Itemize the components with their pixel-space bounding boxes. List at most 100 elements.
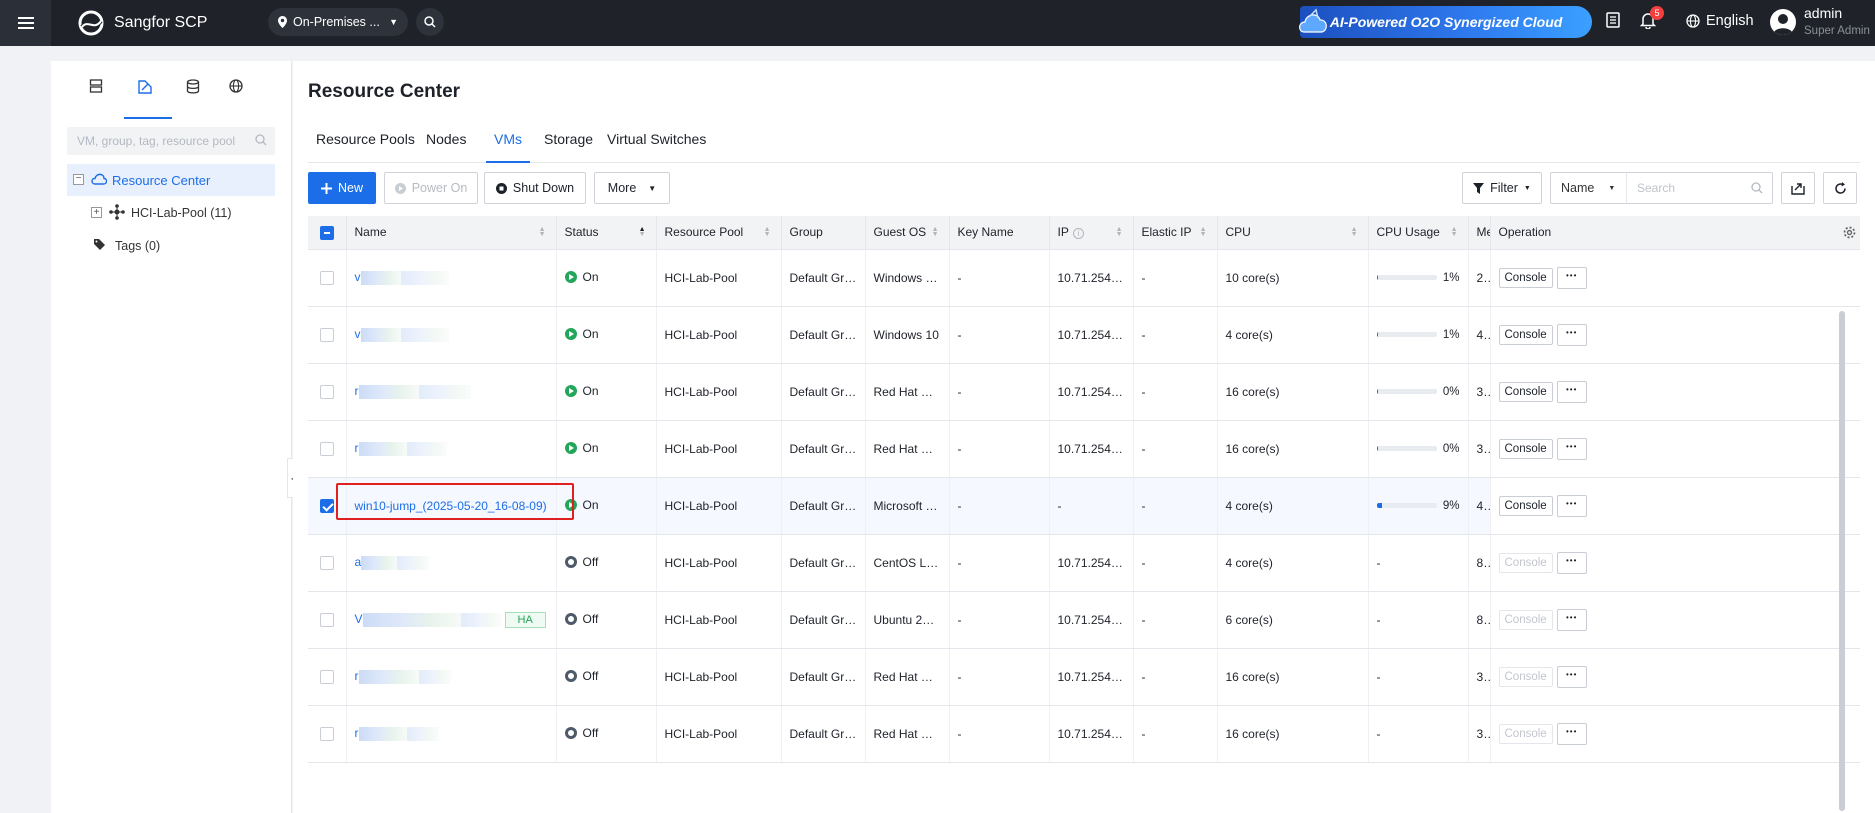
sort-icon[interactable]: ▲ ▼ [639,226,646,238]
new-button[interactable]: New [308,172,376,204]
table-scrollbar[interactable] [1839,311,1845,811]
gear-icon[interactable] [1843,226,1856,239]
column-header-resource-pool[interactable]: Resource Pool ▲ ▼ [656,216,782,250]
console-button[interactable]: Console [1498,495,1553,516]
row-checkbox[interactable] [319,669,334,684]
vm-name-link[interactable]: a [355,555,430,570]
search-input[interactable]: Search [1629,173,1771,203]
tab-nodes[interactable]: Nodes [418,131,474,163]
export-button[interactable] [1781,172,1815,204]
table-row[interactable]: r On HCI-Lab-Pool Default Group Red Hat … [308,420,1860,478]
row-checkbox[interactable] [319,270,334,285]
power-on-button[interactable]: Power On [384,172,478,204]
refresh-button[interactable] [1823,172,1857,204]
sort-icon[interactable]: ▲ ▼ [932,226,939,238]
column-header-ip[interactable]: IP i ▲ ▼ [1049,216,1134,250]
column-header-status[interactable]: Status ▲ ▼ [556,216,657,250]
row-checkbox[interactable] [319,555,334,570]
sort-icon[interactable]: ▲ ▼ [539,226,546,238]
menu-icon[interactable] [0,0,51,46]
row-checkbox[interactable] [319,441,334,456]
more-actions-icon[interactable] [1556,494,1587,517]
column-header-group[interactable]: Group [781,216,866,250]
sort-icon[interactable]: ▲ ▼ [1200,226,1207,238]
select-all-checkbox[interactable] [319,225,334,240]
column-header-memory[interactable]: Me [1468,216,1491,250]
console-button[interactable]: Console [1498,438,1553,459]
column-header-guest-os[interactable]: Guest OS ▲ ▼ [865,216,950,250]
column-header-key-name[interactable]: Key Name [949,216,1050,250]
table-row[interactable]: V HA Off HCI-Lab-Pool Default Group Ubunt… [308,591,1860,649]
vm-name-link[interactable]: v [355,327,449,342]
more-actions-icon[interactable] [1556,380,1587,403]
info-icon[interactable]: i [1072,228,1084,240]
ai-promo-banner[interactable]: AI-Powered O2O Synergized Cloud [1299,6,1592,38]
column-header-name[interactable]: Name ▲ ▼ [346,216,557,250]
more-actions-icon[interactable] [1556,551,1587,574]
sort-icon[interactable]: ▲ ▼ [1451,226,1458,238]
more-actions-icon[interactable] [1556,266,1587,289]
vm-name-link[interactable]: r [355,441,447,456]
task-list-button[interactable] [1606,12,1620,31]
console-button[interactable]: Console [1498,609,1553,630]
vm-name-link[interactable]: V [355,612,501,627]
console-button[interactable]: Console [1498,666,1553,687]
column-header-cpu[interactable]: CPU ▲ ▼ [1217,216,1369,250]
notifications-button[interactable]: 5 [1639,6,1664,32]
row-checkbox[interactable] [319,327,334,342]
console-button[interactable]: Console [1498,381,1553,402]
tab-network-view[interactable] [215,79,257,119]
vm-name-link[interactable]: r [355,669,451,684]
column-header-label: Group [789,225,823,240]
brand[interactable]: Sangfor SCP [76,9,207,37]
global-search-button[interactable] [416,8,444,36]
language-switcher[interactable]: English [1686,13,1754,29]
more-actions-icon[interactable] [1556,665,1587,688]
table-row[interactable]: a Off HCI-Lab-Pool Default Group CentOS … [308,534,1860,592]
row-checkbox[interactable] [319,384,334,399]
table-row[interactable]: r On HCI-Lab-Pool Default Group Red Hat … [308,363,1860,421]
row-checkbox[interactable] [319,498,334,513]
collapse-toggle-icon[interactable]: − [73,174,84,185]
tab-vms[interactable]: VMs [486,131,530,163]
table-row[interactable]: r Off HCI-Lab-Pool Default Group Red Hat… [308,648,1860,706]
console-button[interactable]: Console [1498,324,1553,345]
table-row[interactable]: win10-jump_(2025-05-20_16-08-09) On HCI-… [308,477,1860,535]
vm-name-link[interactable]: v [355,270,449,285]
tab-resource-pools[interactable]: Resource Pools [308,131,423,163]
table-row[interactable]: v On HCI-Lab-Pool Default Group Windows … [308,249,1860,307]
sort-icon[interactable]: ▲ ▼ [1116,226,1123,238]
more-actions-icon[interactable] [1556,437,1587,460]
environment-select[interactable]: On-Premises ... ▼ [268,8,408,36]
column-header-cpu-usage[interactable]: CPU Usage ▲ ▼ [1368,216,1469,250]
expand-toggle-icon[interactable]: + [91,207,102,218]
search-field-select[interactable]: Name ▼ [1551,173,1627,203]
console-button[interactable]: Console [1498,552,1553,573]
vm-elastic-ip: - [1133,591,1218,649]
tab-storage-view[interactable] [172,79,214,119]
vm-name-link[interactable]: win10-jump_(2025-05-20_16-08-09) [355,499,547,513]
table-row[interactable]: r Off HCI-Lab-Pool Default Group Red Hat… [308,705,1860,763]
more-actions-dropdown[interactable]: More ▼ [594,172,670,204]
tab-hosts-view[interactable] [75,79,117,119]
more-actions-icon[interactable] [1556,722,1587,745]
more-actions-icon[interactable] [1556,608,1587,631]
tab-resource-view[interactable] [124,79,172,119]
tab-storage[interactable]: Storage [536,131,601,163]
sort-icon[interactable]: ▲ ▼ [764,226,771,238]
more-actions-icon[interactable] [1556,323,1587,346]
tree-search-input[interactable]: VM, group, tag, resource pool [67,127,275,155]
filter-button[interactable]: Filter ▼ [1462,172,1542,204]
row-checkbox[interactable] [319,726,334,741]
vm-name-link[interactable]: r [355,726,439,741]
tab-virtual-switches[interactable]: Virtual Switches [599,131,714,163]
tree-node-resource-center[interactable]: − Resource Center [67,164,275,196]
row-checkbox[interactable] [319,612,334,627]
shut-down-button[interactable]: Shut Down [484,172,586,204]
vm-name-link[interactable]: r [355,384,471,399]
sort-icon[interactable]: ▲ ▼ [1351,226,1358,238]
column-header-elastic-ip[interactable]: Elastic IP ▲ ▼ [1133,216,1218,250]
console-button[interactable]: Console [1498,723,1553,744]
console-button[interactable]: Console [1498,267,1553,288]
table-row[interactable]: v On HCI-Lab-Pool Default Group Windows … [308,306,1860,364]
